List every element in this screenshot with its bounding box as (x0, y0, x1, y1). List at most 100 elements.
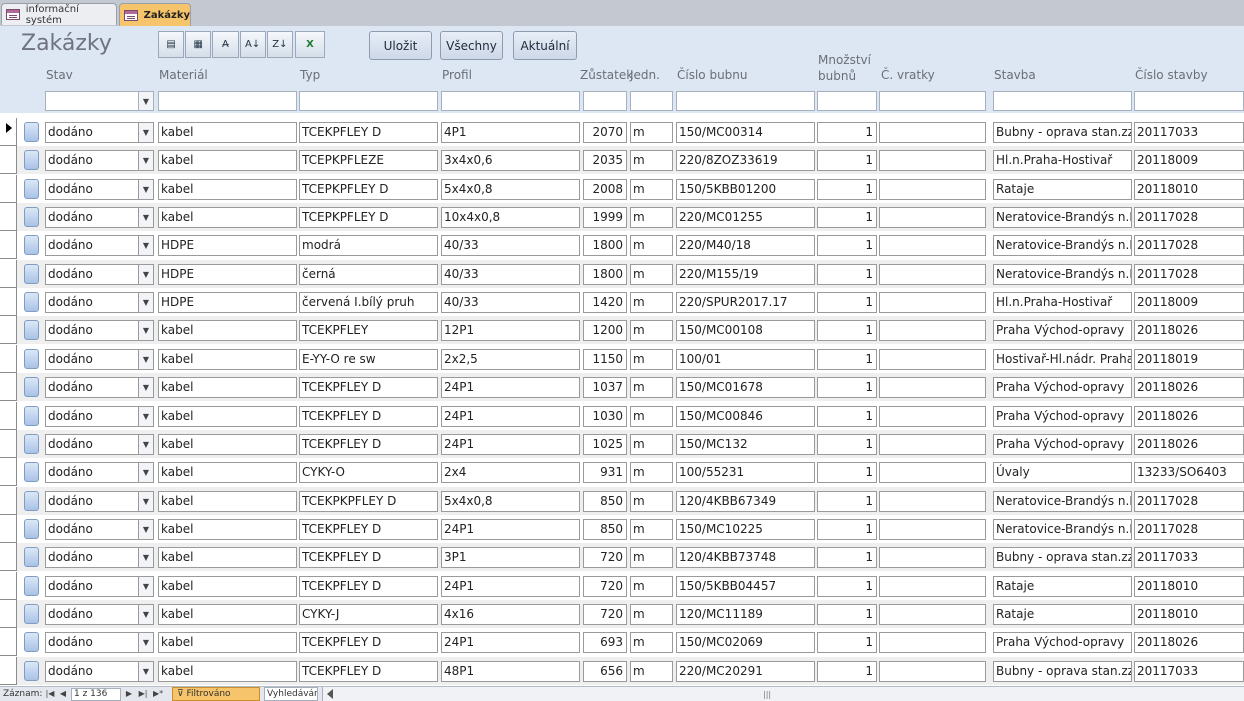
zustatek-field[interactable]: 720 (583, 547, 627, 568)
c-vratky-field[interactable] (879, 235, 986, 256)
row-detail-button[interactable] (24, 179, 39, 199)
last-record-icon[interactable]: ▶| (138, 688, 148, 700)
stav-field[interactable]: dodáno ▼ (45, 434, 154, 455)
typ-field[interactable]: CYKY-J (299, 604, 438, 625)
chevron-down-icon[interactable]: ▼ (138, 151, 153, 170)
record-selector[interactable] (0, 260, 17, 288)
zustatek-field[interactable]: 1030 (583, 406, 627, 427)
stavba-field[interactable]: Rataje (993, 576, 1132, 597)
mnozstvi-field[interactable]: 1 (817, 406, 877, 427)
stavba-field[interactable]: Úvaly (993, 462, 1132, 483)
cislo-bubnu-field[interactable]: 220/8ZOZ33619 (676, 150, 815, 171)
table-row[interactable]: dodáno ▼ kabel TCEKPFLEY 12P1 1200 m 150/MC0010… (0, 316, 1244, 344)
c-vratky-field[interactable] (879, 406, 986, 427)
table-row[interactable]: dodáno ▼ kabel TCEKPFLEY D 24P1 1037 m 150/MC01… (0, 373, 1244, 401)
profil-field[interactable]: 24P1 (441, 576, 580, 597)
cislo-stavby-field[interactable]: 20118026 (1134, 434, 1244, 455)
profil-field[interactable]: 24P1 (441, 519, 580, 540)
cislo-bubnu-field[interactable]: 150/MC00108 (676, 320, 815, 341)
row-detail-button[interactable] (24, 235, 39, 255)
c-vratky-field[interactable] (879, 377, 986, 398)
previous-record-icon[interactable]: ◀ (58, 688, 68, 700)
stav-field[interactable]: dodáno ▼ (45, 207, 154, 228)
cislo-stavby-field[interactable]: 20118009 (1134, 292, 1244, 313)
stav-field[interactable]: dodáno ▼ (45, 462, 154, 483)
c-vratky-field[interactable] (879, 434, 986, 455)
typ-field[interactable]: E-YY-O re sw (299, 349, 438, 370)
cislo-bubnu-field[interactable]: 220/MC01255 (676, 207, 815, 228)
tab-zakazky[interactable]: Zakázky (119, 3, 191, 26)
material-field[interactable]: kabel (158, 150, 297, 171)
row-detail-button[interactable] (24, 491, 39, 511)
jedn-field[interactable]: m (630, 207, 673, 228)
stav-field[interactable]: dodáno ▼ (45, 406, 154, 427)
material-field[interactable]: kabel (158, 519, 297, 540)
record-selector[interactable] (0, 316, 17, 344)
stav-field[interactable]: dodáno ▼ (45, 235, 154, 256)
cislo-stavby-field[interactable]: 20118019 (1134, 349, 1244, 370)
cislo-stavby-field[interactable]: 20118010 (1134, 179, 1244, 200)
profil-field[interactable]: 40/33 (441, 264, 580, 285)
material-field[interactable]: kabel (158, 576, 297, 597)
current-button[interactable]: Aktuální (513, 31, 577, 60)
chevron-down-icon[interactable]: ▼ (138, 265, 153, 284)
chevron-down-icon[interactable]: ▼ (138, 378, 153, 397)
record-selector[interactable] (0, 175, 17, 203)
row-detail-button[interactable] (24, 576, 39, 596)
typ-field[interactable]: TCEKPFLEY D (299, 661, 438, 682)
typ-field[interactable]: TCEKPFLEY D (299, 576, 438, 597)
sort-descending-icon[interactable]: Z↓ (266, 31, 293, 58)
cislo-bubnu-field[interactable]: 100/55231 (676, 462, 815, 483)
profil-field[interactable]: 40/33 (441, 292, 580, 313)
zustatek-field[interactable]: 2008 (583, 179, 627, 200)
typ-field[interactable]: TCEKPFLEY D (299, 547, 438, 568)
jedn-field[interactable]: m (630, 604, 673, 625)
row-detail-button[interactable] (24, 292, 39, 312)
stav-field[interactable]: dodáno ▼ (45, 632, 154, 653)
material-field[interactable]: kabel (158, 122, 297, 143)
next-record-icon[interactable]: ▶ (124, 688, 134, 700)
record-selector[interactable] (0, 118, 17, 146)
cislo-stavby-field[interactable]: 20118026 (1134, 320, 1244, 341)
mnozstvi-field[interactable]: 1 (817, 462, 877, 483)
stav-field[interactable]: dodáno ▼ (45, 349, 154, 370)
jedn-field[interactable]: m (630, 320, 673, 341)
filter-profil-input[interactable] (441, 91, 580, 111)
row-detail-button[interactable] (24, 207, 39, 227)
mnozstvi-field[interactable]: 1 (817, 661, 877, 682)
stavba-field[interactable]: Neratovice-Brandýs n.L. (993, 491, 1132, 512)
cislo-stavby-field[interactable]: 20117028 (1134, 519, 1244, 540)
mnozstvi-field[interactable]: 1 (817, 122, 877, 143)
profil-field[interactable]: 2x4 (441, 462, 580, 483)
stav-field[interactable]: dodáno ▼ (45, 604, 154, 625)
chevron-down-icon[interactable]: ▼ (138, 236, 153, 255)
stavba-field[interactable]: Praha Východ-opravy (993, 406, 1132, 427)
profil-field[interactable]: 3x4x0,6 (441, 150, 580, 171)
material-field[interactable]: HDPE (158, 264, 297, 285)
jedn-field[interactable]: m (630, 462, 673, 483)
jedn-field[interactable]: m (630, 264, 673, 285)
cislo-bubnu-field[interactable]: 150/MC132 (676, 434, 815, 455)
record-selector[interactable] (0, 231, 17, 259)
cislo-stavby-field[interactable]: 20117028 (1134, 207, 1244, 228)
typ-field[interactable]: černá (299, 264, 438, 285)
material-field[interactable]: kabel (158, 632, 297, 653)
cislo-stavby-field[interactable]: 20118026 (1134, 632, 1244, 653)
stavba-field[interactable]: Bubny - oprava stan.zz (993, 661, 1132, 682)
zustatek-field[interactable]: 1420 (583, 292, 627, 313)
record-selector[interactable] (0, 288, 17, 316)
c-vratky-field[interactable] (879, 207, 986, 228)
cislo-bubnu-field[interactable]: 220/SPUR2017.17 (676, 292, 815, 313)
table-row[interactable]: dodáno ▼ HDPE modrá 40/33 1800 m 220/M40/18 1 Ner… (0, 231, 1244, 259)
chevron-down-icon[interactable]: ▼ (138, 492, 153, 511)
stavba-field[interactable]: Rataje (993, 179, 1132, 200)
row-detail-button[interactable] (24, 122, 39, 142)
record-selector[interactable] (0, 572, 17, 600)
zustatek-field[interactable]: 693 (583, 632, 627, 653)
record-selector[interactable] (0, 657, 17, 685)
table-row[interactable]: dodáno ▼ kabel TCEKPFLEY D 24P1 693 m 150/MC020… (0, 628, 1244, 656)
typ-field[interactable]: modrá (299, 235, 438, 256)
c-vratky-field[interactable] (879, 661, 986, 682)
chevron-down-icon[interactable]: ▼ (138, 92, 153, 110)
filter-stav-combo[interactable]: ▼ (45, 91, 154, 111)
